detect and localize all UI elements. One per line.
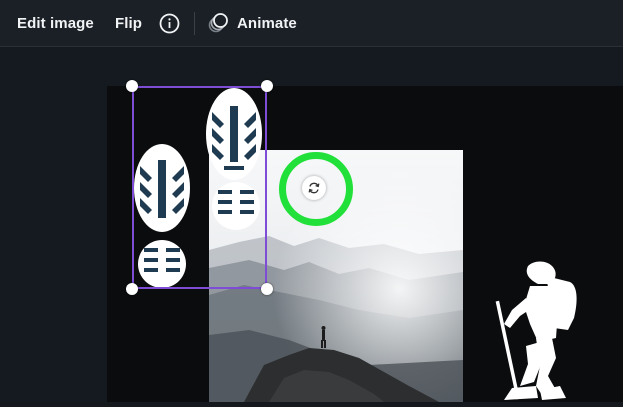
animate-button[interactable]: Animate (207, 0, 297, 47)
edit-image-button[interactable]: Edit image (17, 0, 94, 47)
rotate-button[interactable] (302, 176, 326, 200)
info-icon[interactable] (159, 13, 180, 34)
flip-button[interactable]: Flip (115, 0, 142, 47)
resize-handle-bottom-right[interactable] (261, 283, 273, 295)
toolbar-divider (194, 12, 195, 35)
selection-box[interactable] (132, 86, 267, 289)
hiker-silhouette[interactable] (490, 258, 580, 402)
resize-handle-top-left[interactable] (126, 80, 138, 92)
resize-handle-top-right[interactable] (261, 80, 273, 92)
top-toolbar: Edit image Flip Animate (0, 0, 623, 47)
rotate-icon (308, 182, 320, 194)
edit-image-label: Edit image (17, 14, 94, 32)
animate-label: Animate (237, 14, 297, 32)
resize-handle-bottom-left[interactable] (126, 283, 138, 295)
animate-icon (208, 13, 228, 33)
flip-label: Flip (115, 14, 143, 32)
